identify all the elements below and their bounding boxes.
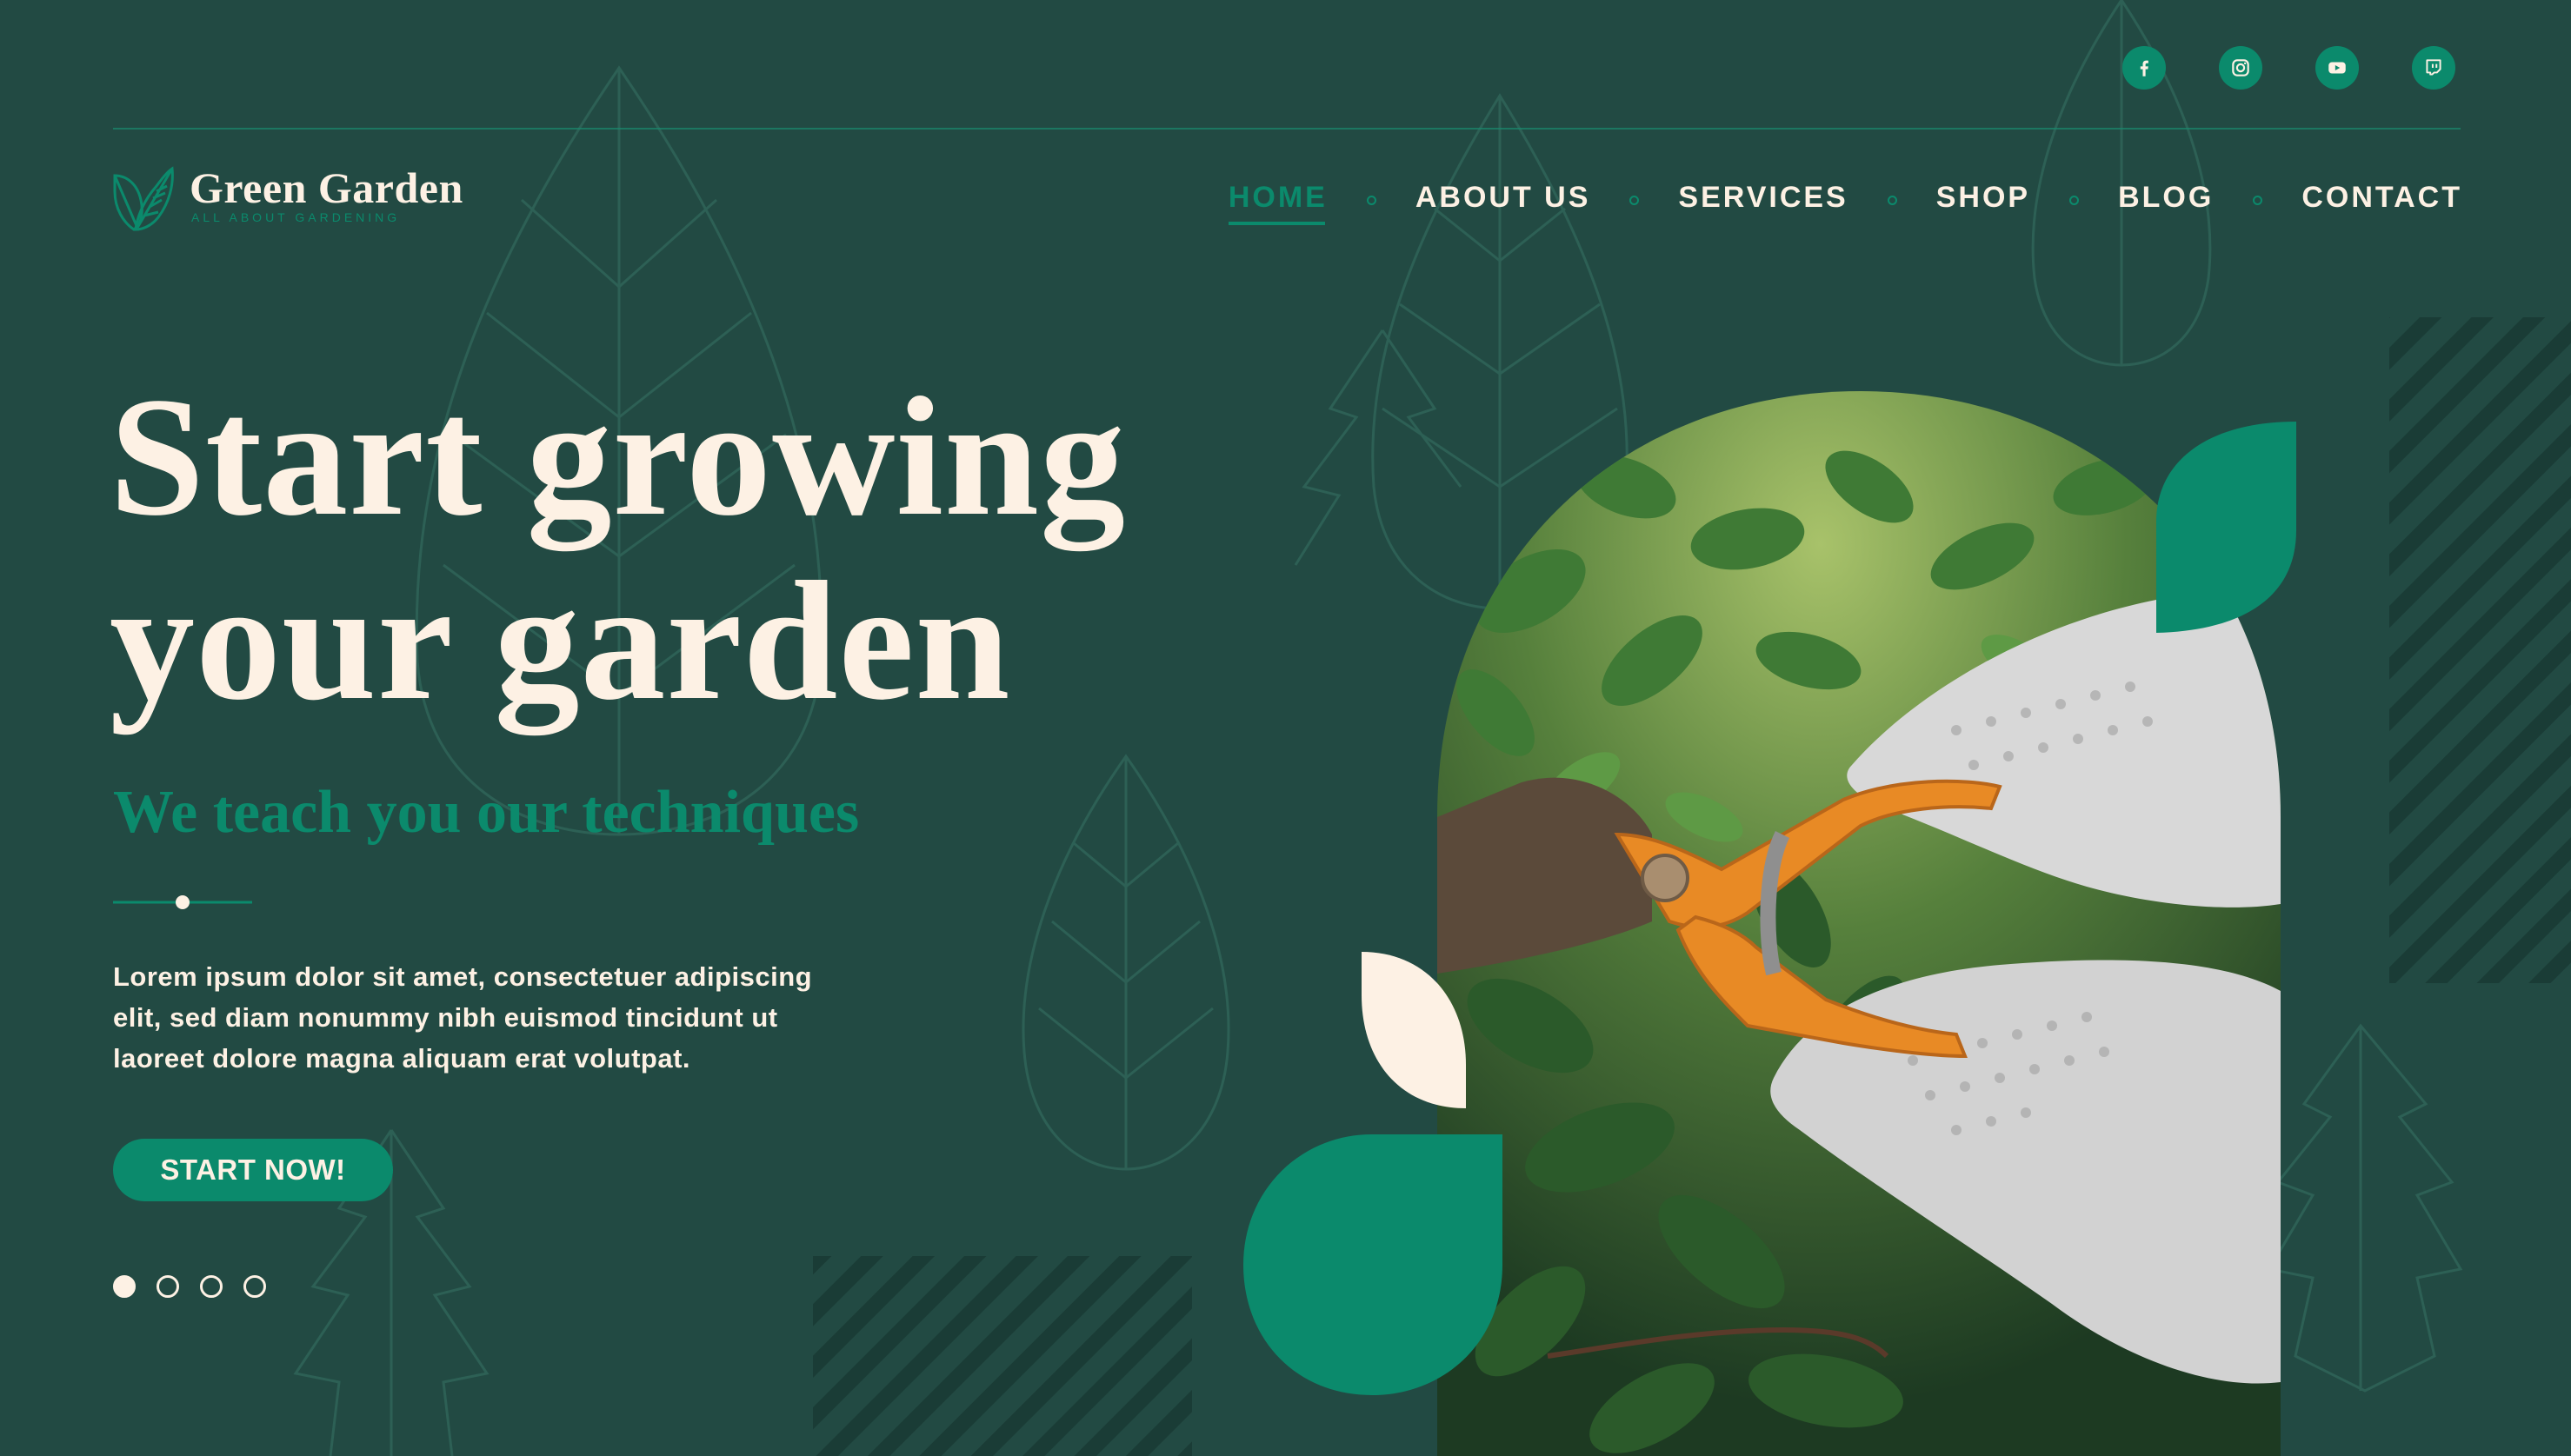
facebook-icon xyxy=(2140,60,2148,76)
twitch-button[interactable] xyxy=(2412,46,2455,90)
section-separator xyxy=(113,895,252,909)
twitch-icon xyxy=(2426,59,2441,76)
hero-title: Start growing your garden xyxy=(110,365,1126,734)
nav-item-about-us[interactable]: ABOUT US xyxy=(1415,181,1591,220)
youtube-icon xyxy=(2328,62,2346,74)
hero-description-line-1: Lorem ipsum dolor sit amet, consectetuer… xyxy=(113,961,813,992)
nav-separator xyxy=(2069,196,2080,205)
youtube-button[interactable] xyxy=(2315,46,2359,90)
nav-separator xyxy=(1887,196,1897,205)
nav-item-contact[interactable]: CONTACT xyxy=(2301,181,2462,220)
hero-description-line-2: elit, sed diam nonummy nibh euismod tinc… xyxy=(113,1002,778,1033)
nav-item-services[interactable]: SERVICES xyxy=(1678,181,1848,220)
header-divider xyxy=(113,128,2461,130)
pagination-dot-4[interactable] xyxy=(243,1275,266,1298)
facebook-button[interactable] xyxy=(2122,46,2166,90)
hero-title-line-1: Start growing xyxy=(110,362,1126,551)
logo-tagline: ALL ABOUT GARDENING xyxy=(191,210,401,224)
hero-description: Lorem ipsum dolor sit amet, consectetuer… xyxy=(113,956,896,1079)
leaf-logo-icon xyxy=(113,166,174,231)
nav-separator xyxy=(2253,196,2263,205)
pagination-dot-3[interactable] xyxy=(200,1275,223,1298)
nav-item-blog[interactable]: BLOG xyxy=(2118,181,2214,220)
slider-pagination xyxy=(113,1275,266,1298)
hero-description-line-3: laoreet dolore magna aliquam erat volutp… xyxy=(113,1043,691,1074)
nav-separator xyxy=(1366,196,1376,205)
logo-text: Green Garden ALL ABOUT GARDENING xyxy=(190,165,463,224)
landing-page: Green Garden ALL ABOUT GARDENING HOME AB… xyxy=(0,0,2571,1456)
logo[interactable]: Green Garden ALL ABOUT GARDENING xyxy=(111,165,463,233)
nav-separator xyxy=(1629,196,1640,205)
nav-item-shop[interactable]: SHOP xyxy=(1936,181,2030,220)
nav-item-home[interactable]: HOME xyxy=(1228,181,1328,225)
pagination-dot-1[interactable] xyxy=(113,1275,136,1298)
hero-title-line-2: your garden xyxy=(110,547,1011,735)
hero-subtitle: We teach you our techniques xyxy=(113,779,860,846)
start-now-button[interactable]: START NOW! xyxy=(113,1139,393,1201)
logo-name: Green Garden xyxy=(190,163,463,212)
social-links xyxy=(2122,46,2455,90)
instagram-icon xyxy=(2232,59,2249,76)
pagination-dot-2[interactable] xyxy=(157,1275,179,1298)
instagram-button[interactable] xyxy=(2219,46,2262,90)
main-nav: HOME ABOUT US SERVICES SHOP BLOG CONTACT xyxy=(1228,181,2462,225)
